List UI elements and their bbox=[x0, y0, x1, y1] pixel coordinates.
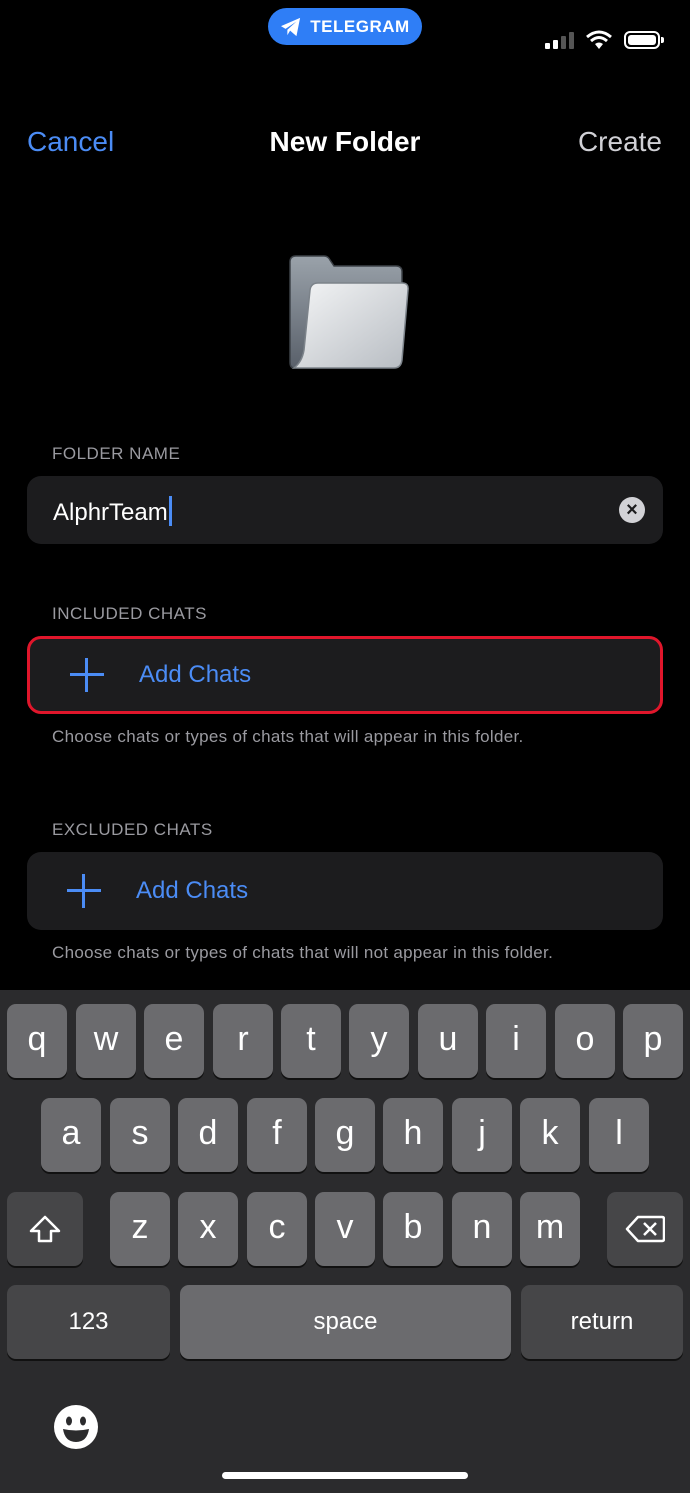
telegram-pill-label: TELEGRAM bbox=[310, 16, 410, 36]
delete-key[interactable] bbox=[607, 1192, 683, 1266]
key-j[interactable]: j bbox=[452, 1098, 512, 1172]
included-add-chats-button[interactable]: Add Chats bbox=[27, 636, 663, 714]
included-chats-note: Choose chats or types of chats that will… bbox=[52, 727, 524, 746]
numbers-key[interactable]: 123 bbox=[7, 1285, 170, 1359]
key-d[interactable]: d bbox=[178, 1098, 238, 1172]
excluded-chats-header: EXCLUDED CHATS bbox=[52, 820, 213, 839]
key-x[interactable]: x bbox=[178, 1192, 238, 1266]
plus-icon bbox=[70, 658, 104, 692]
keyboard: q w e r t y u i o p a s d f g h j k l z … bbox=[0, 990, 690, 1493]
excluded-chats-note: Choose chats or types of chats that will… bbox=[52, 943, 554, 962]
telegram-return-pill[interactable]: TELEGRAM bbox=[268, 8, 422, 45]
emoji-icon[interactable] bbox=[53, 1404, 99, 1450]
key-s[interactable]: s bbox=[110, 1098, 170, 1172]
key-p[interactable]: p bbox=[623, 1004, 683, 1078]
key-m[interactable]: m bbox=[520, 1192, 580, 1266]
key-q[interactable]: q bbox=[7, 1004, 67, 1078]
space-key[interactable]: space bbox=[180, 1285, 511, 1359]
clear-icon[interactable]: × bbox=[619, 497, 645, 523]
home-indicator[interactable] bbox=[222, 1472, 468, 1479]
folder-name-header: FOLDER NAME bbox=[52, 444, 181, 463]
cancel-button[interactable]: Cancel bbox=[27, 126, 114, 158]
key-g[interactable]: g bbox=[315, 1098, 375, 1172]
battery-icon bbox=[624, 31, 664, 49]
text-caret bbox=[168, 496, 172, 526]
status-icons bbox=[545, 30, 664, 50]
included-chats-header: INCLUDED CHATS bbox=[52, 604, 207, 623]
key-a[interactable]: a bbox=[41, 1098, 101, 1172]
key-y[interactable]: y bbox=[349, 1004, 409, 1078]
folder-name-field[interactable]: AlphrTeam × bbox=[27, 476, 663, 544]
key-c[interactable]: c bbox=[247, 1192, 307, 1266]
backspace-icon bbox=[625, 1215, 666, 1243]
key-b[interactable]: b bbox=[383, 1192, 443, 1266]
key-w[interactable]: w bbox=[76, 1004, 136, 1078]
key-v[interactable]: v bbox=[315, 1192, 375, 1266]
key-o[interactable]: o bbox=[555, 1004, 615, 1078]
key-r[interactable]: r bbox=[213, 1004, 273, 1078]
folder-name-value: AlphrTeam bbox=[53, 499, 168, 526]
key-u[interactable]: u bbox=[418, 1004, 478, 1078]
shift-icon bbox=[29, 1215, 61, 1243]
key-l[interactable]: l bbox=[589, 1098, 649, 1172]
create-button[interactable]: Create bbox=[578, 126, 662, 158]
wifi-icon bbox=[586, 30, 612, 49]
key-z[interactable]: z bbox=[110, 1192, 170, 1266]
key-k[interactable]: k bbox=[520, 1098, 580, 1172]
shift-key[interactable] bbox=[7, 1192, 83, 1266]
key-t[interactable]: t bbox=[281, 1004, 341, 1078]
return-key[interactable]: return bbox=[521, 1285, 683, 1359]
excluded-add-chats-label: Add Chats bbox=[136, 877, 249, 904]
excluded-add-chats-button[interactable]: Add Chats bbox=[27, 852, 663, 930]
key-e[interactable]: e bbox=[144, 1004, 204, 1078]
signal-icon bbox=[545, 31, 574, 49]
key-i[interactable]: i bbox=[486, 1004, 546, 1078]
key-f[interactable]: f bbox=[247, 1098, 307, 1172]
folder-icon bbox=[289, 255, 409, 369]
key-n[interactable]: n bbox=[452, 1192, 512, 1266]
included-add-chats-label: Add Chats bbox=[139, 661, 252, 688]
key-h[interactable]: h bbox=[383, 1098, 443, 1172]
folder-name-input[interactable]: AlphrTeam bbox=[53, 496, 172, 527]
plus-icon bbox=[67, 874, 101, 908]
telegram-icon bbox=[281, 17, 301, 36]
